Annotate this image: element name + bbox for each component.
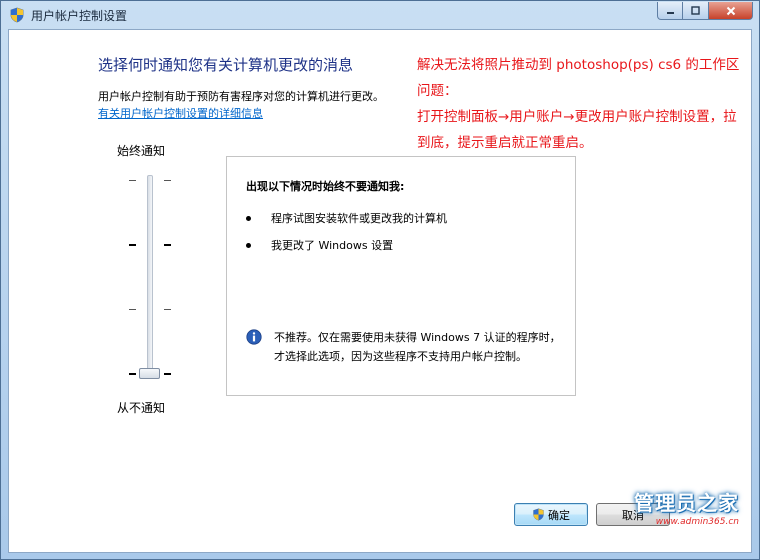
uac-shield-icon	[533, 508, 544, 521]
slider-tick	[129, 373, 136, 375]
setting-bullet-text: 我更改了 Windows 设置	[271, 239, 394, 252]
close-button[interactable]	[709, 2, 753, 20]
red-annotation-line: 打开控制面板→用户账户→更改用户账户控制设置，拉到底，提示重启就正常重启。	[417, 109, 737, 151]
window-controls	[657, 2, 753, 20]
ok-button[interactable]: 确定	[514, 503, 588, 526]
slider-tick	[164, 373, 171, 375]
minimize-icon	[666, 12, 674, 14]
uac-details-link[interactable]: 有关用户帐户控制设置的详细信息	[98, 105, 263, 121]
red-annotation-line: 解决无法将照片推动到 photoshop(ps) cs6 的工作区问题：	[417, 57, 740, 99]
watermark-url: www.admin365.cn	[655, 517, 739, 527]
setting-bullet: 程序试图安装软件或更改我的计算机	[246, 210, 447, 226]
window-title: 用户帐户控制设置	[31, 9, 128, 23]
slider-tick	[129, 308, 136, 310]
minimize-button[interactable]	[657, 2, 683, 20]
bullet-dot	[246, 242, 251, 248]
setting-bullet-text: 程序试图安装软件或更改我的计算机	[271, 212, 447, 225]
maximize-button[interactable]	[683, 2, 709, 20]
info-icon	[246, 329, 262, 345]
watermark-logo-text: 管理员之家	[634, 491, 739, 515]
setting-warning-note: 不推荐。仅在需要使用未获得 Windows 7 认证的程序时，才选择此选项，因为…	[274, 331, 561, 363]
bullet-dot	[246, 215, 251, 221]
close-icon	[726, 6, 735, 15]
red-annotation: 解决无法将照片推动到 photoshop(ps) cs6 的工作区问题： 打开控…	[417, 52, 747, 156]
slider-tick	[164, 244, 171, 247]
setting-bullet: 我更改了 Windows 设置	[246, 237, 393, 253]
site-watermark: 管理员之家 www.admin365.cn	[634, 487, 739, 527]
dialog-content: 选择何时通知您有关计算机更改的消息 用户帐户控制有助于预防有害程序对您的计算机进…	[8, 29, 752, 553]
slider-tick	[129, 244, 136, 247]
page-heading: 选择何时通知您有关计算机更改的消息	[98, 56, 354, 74]
slider-tick	[164, 308, 171, 310]
ok-button-label: 确定	[548, 508, 570, 522]
setting-description-title: 出现以下情况时始终不要通知我:	[246, 180, 405, 193]
title-bar[interactable]: 用户帐户控制设置	[1, 1, 759, 29]
slider-tick	[164, 180, 171, 181]
slider-label-always-notify: 始终通知	[117, 144, 166, 158]
slider-tick	[129, 180, 136, 181]
maximize-icon	[691, 6, 700, 15]
slider-label-never-notify: 从不通知	[117, 401, 166, 415]
uac-settings-window: 用户帐户控制设置 选择何时通知您有关计算机更改的消息 用户帐户控制有助于预防有害…	[0, 0, 760, 560]
notification-level-slider[interactable]	[147, 175, 153, 375]
uac-shield-icon	[10, 7, 24, 23]
slider-thumb[interactable]	[139, 368, 160, 379]
page-description: 用户帐户控制有助于预防有害程序对您的计算机进行更改。	[98, 90, 384, 103]
setting-description-panel: 出现以下情况时始终不要通知我: 程序试图安装软件或更改我的计算机 我更改了 Wi…	[226, 156, 576, 396]
